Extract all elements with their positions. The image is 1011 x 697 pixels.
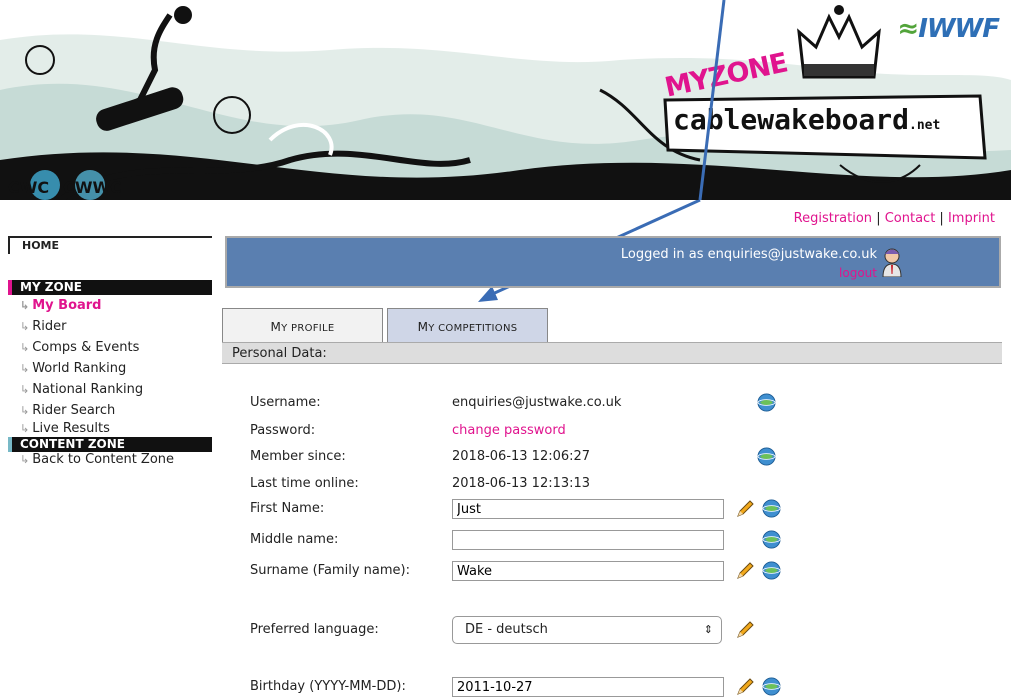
first-name-label: First Name:: [250, 501, 325, 516]
tab-my-competitions[interactable]: MY COMPETITIONS: [387, 308, 548, 342]
sidebar-item-rider-search[interactable]: ↳ Rider Search: [8, 400, 212, 421]
username-label: Username:: [250, 395, 321, 410]
tab-label: Y COMPETITIONS: [428, 323, 518, 334]
sidebar-arrow-icon: ↳: [20, 422, 30, 435]
sidebar-item-world-ranking[interactable]: ↳ World Ranking: [8, 358, 212, 379]
logout-link[interactable]: logout: [839, 266, 877, 280]
edit-pencil-icon[interactable]: [735, 677, 755, 697]
visibility-globe-icon[interactable]: [757, 393, 776, 412]
sidebar-arrow-icon: ↳: [20, 453, 30, 466]
tab-label-initial: M: [270, 320, 282, 334]
birthday-label: Birthday (YYYY-MM-DD):: [250, 679, 406, 694]
last-online-value: 2018-06-13 12:13:13: [452, 476, 591, 491]
sidebar-arrow-icon: ↳: [20, 320, 30, 333]
sidebar-item-label: My Board: [32, 298, 102, 313]
last-online-label: Last time online:: [250, 476, 359, 491]
user-avatar-icon[interactable]: [881, 247, 903, 277]
personal-data-heading: Personal Data:: [222, 342, 1002, 364]
language-label: Preferred language:: [250, 622, 379, 637]
sidebar-item-label: Rider Search: [32, 403, 116, 418]
surname-input[interactable]: [452, 561, 724, 581]
surname-label: Surname (Family name):: [250, 563, 410, 578]
tab-label-initial: M: [417, 320, 429, 334]
middle-name-label: Middle name:: [250, 532, 339, 547]
profile-tabs: MY PROFILE MY COMPETITIONS: [222, 308, 548, 342]
sidebar-item-back-to-content-zone[interactable]: ↳ Back to Content Zone: [8, 452, 212, 468]
cwc-logo[interactable]: CWC: [8, 170, 60, 200]
visibility-globe-icon[interactable]: [757, 447, 776, 466]
sidebar-arrow-icon: ↳: [20, 383, 30, 396]
cwwc-logo[interactable]: CWWC: [63, 170, 122, 200]
sidebar-item-label: Back to Content Zone: [32, 452, 175, 467]
birthday-input[interactable]: [452, 677, 724, 697]
visibility-globe-icon[interactable]: [762, 499, 781, 518]
sidebar-item-rider[interactable]: ↳ Rider: [8, 316, 212, 337]
edit-pencil-icon[interactable]: [735, 499, 755, 519]
championship-logos: CWC CWWC: [8, 170, 122, 200]
sidebar-item-my-board[interactable]: ↳ My Board: [8, 295, 212, 316]
sidebar-arrow-icon: ↳: [20, 362, 30, 375]
password-label: Password:: [250, 423, 316, 438]
tab-my-profile[interactable]: MY PROFILE: [222, 308, 383, 342]
sidebar-arrow-icon: ↳: [20, 341, 30, 354]
member-since-label: Member since:: [250, 449, 346, 464]
sidebar-item-label: World Ranking: [32, 361, 127, 376]
sidebar-arrow-icon: ↳: [20, 299, 30, 312]
sidebar-section-my-zone[interactable]: MY ZONE: [8, 280, 212, 295]
login-status-bar: Logged in as enquiries@justwake.co.uk lo…: [225, 236, 1001, 288]
edit-pencil-icon[interactable]: [735, 620, 755, 640]
change-password-link[interactable]: change password: [452, 421, 566, 441]
middle-name-input[interactable]: [452, 530, 724, 550]
sidebar: HOME MY ZONE ↳ My Board ↳ Rider ↳ Comps & E…: [8, 236, 212, 468]
visibility-globe-icon[interactable]: [762, 561, 781, 580]
visibility-globe-icon[interactable]: [762, 530, 781, 549]
language-select[interactable]: DE - deutsch ⇕: [452, 616, 722, 644]
annotation-arrow: [698, 0, 726, 200]
sidebar-item-live-results[interactable]: ↳ Live Results: [8, 421, 212, 437]
sidebar-item-label: National Ranking: [32, 382, 144, 397]
visibility-globe-icon[interactable]: [762, 677, 781, 696]
logged-in-text: Logged in as enquiries@justwake.co.uk: [620, 247, 877, 262]
sidebar-item-comps-events[interactable]: ↳ Comps & Events: [8, 337, 212, 358]
sidebar-item-label: Rider: [32, 319, 67, 334]
sidebar-item-label: Live Results: [32, 421, 110, 436]
sidebar-item-national-ranking[interactable]: ↳ National Ranking: [8, 379, 212, 400]
edit-pencil-icon[interactable]: [735, 561, 755, 581]
sidebar-item-label: Comps & Events: [32, 340, 140, 355]
sidebar-section-content-zone[interactable]: CONTENT ZONE: [8, 437, 212, 452]
select-chevron-icon: ⇕: [703, 623, 713, 636]
tab-label: Y PROFILE: [281, 323, 335, 334]
sidebar-arrow-icon: ↳: [20, 404, 30, 417]
member-since-value: 2018-06-13 12:06:27: [452, 449, 591, 464]
header-banner: ≈IWWF MYZONE cablewakeboard.net: [0, 0, 1011, 200]
first-name-input[interactable]: [452, 499, 724, 519]
sidebar-home[interactable]: HOME: [8, 236, 212, 254]
username-value: enquiries@justwake.co.uk: [452, 395, 622, 410]
language-selected-value: DE - deutsch: [465, 622, 548, 637]
